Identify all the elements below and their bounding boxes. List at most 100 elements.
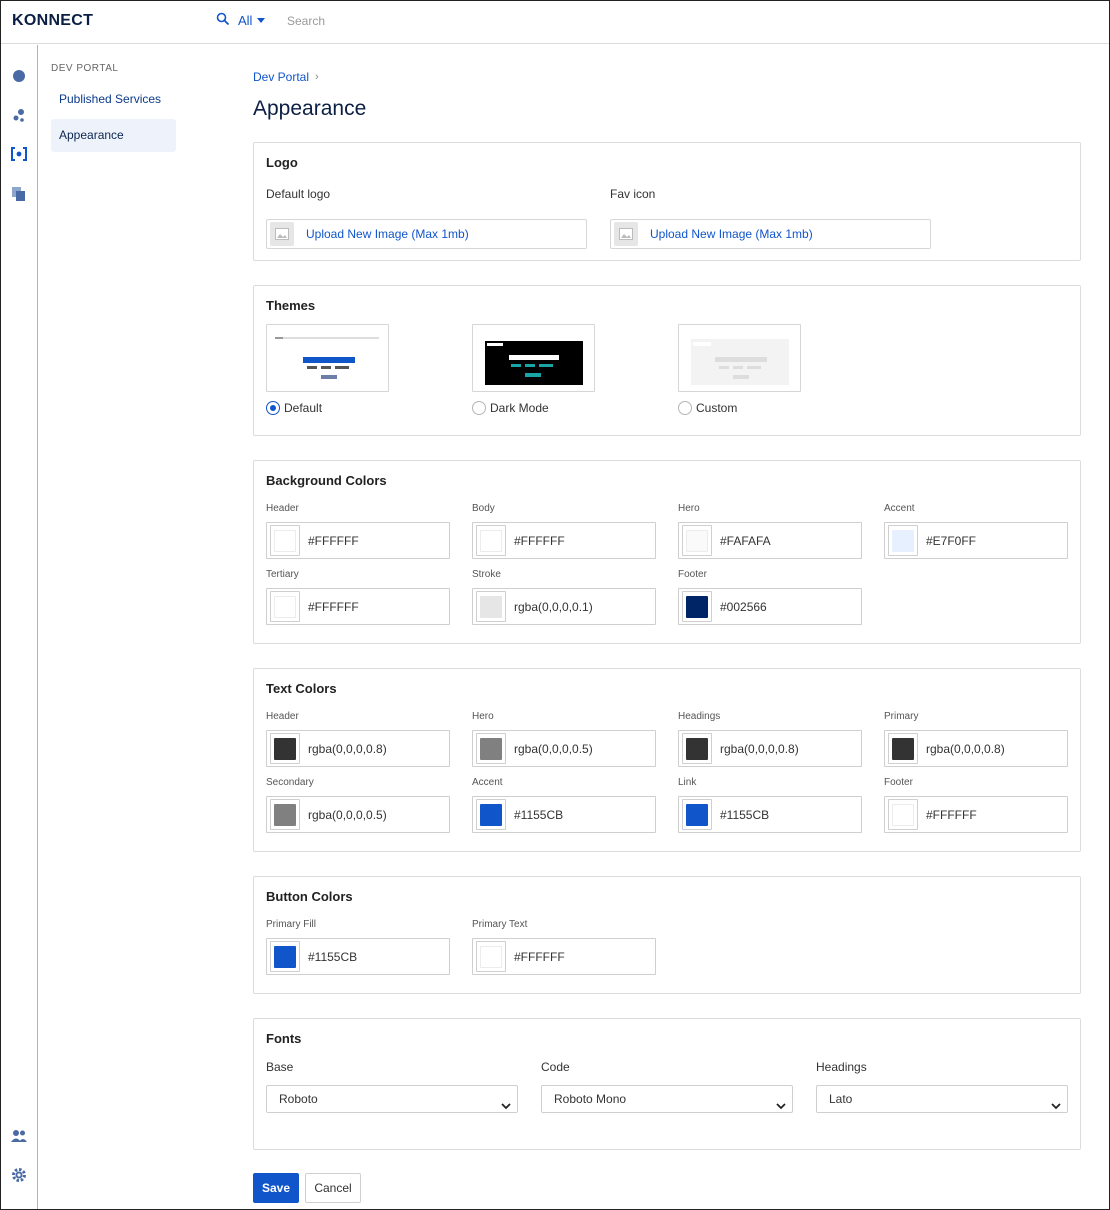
color-value: #FFFFFF xyxy=(308,599,359,614)
font-headings-select[interactable]: Lato xyxy=(816,1085,1068,1113)
text-colors-headings-input[interactable]: rgba(0,0,0,0.8) xyxy=(678,730,862,767)
text-colors-header-input[interactable]: rgba(0,0,0,0.8) xyxy=(266,730,450,767)
background-colors-header-input[interactable]: #FFFFFF xyxy=(266,522,450,559)
background-colors-hero-input[interactable]: #FAFAFA xyxy=(678,522,862,559)
color-picker-swatch[interactable] xyxy=(476,733,506,764)
background-colors-tertiary-label: Tertiary xyxy=(266,569,299,580)
theme-option-custom[interactable]: Custom xyxy=(678,401,737,415)
konnect-logo[interactable]: KONNECT xyxy=(12,12,93,30)
breadcrumb-dev-portal[interactable]: Dev Portal xyxy=(253,70,309,84)
font-base-value: Roboto xyxy=(279,1092,318,1106)
color-picker-swatch[interactable] xyxy=(888,525,918,556)
background-colors-hero-label: Hero xyxy=(678,503,700,514)
text-colors-secondary-input[interactable]: rgba(0,0,0,0.5) xyxy=(266,796,450,833)
color-swatch xyxy=(274,737,296,760)
color-swatch xyxy=(686,595,708,618)
color-picker-swatch[interactable] xyxy=(270,733,300,764)
color-picker-swatch[interactable] xyxy=(888,733,918,764)
font-base-select[interactable]: Roboto xyxy=(266,1085,518,1113)
color-picker-swatch[interactable] xyxy=(888,799,918,830)
color-swatch xyxy=(892,737,914,760)
dashboard-icon[interactable] xyxy=(10,67,28,85)
theme-option-dark-mode[interactable]: Dark Mode xyxy=(472,401,549,415)
search-filter-value: All xyxy=(238,13,253,28)
button-colors-primary-fill-input[interactable]: #1155CB xyxy=(266,938,450,975)
color-picker-swatch[interactable] xyxy=(682,799,712,830)
button-colors-title: Button Colors xyxy=(266,889,353,904)
color-swatch xyxy=(480,529,502,552)
theme-option-label: Custom xyxy=(696,401,738,415)
chevron-down-icon xyxy=(1051,1094,1061,1120)
color-picker-swatch[interactable] xyxy=(682,733,712,764)
color-swatch xyxy=(892,803,914,826)
copy-icon[interactable] xyxy=(10,185,28,203)
color-picker-swatch[interactable] xyxy=(476,525,506,556)
save-button[interactable]: Save xyxy=(253,1173,299,1203)
color-value: rgba(0,0,0,0.8) xyxy=(720,741,799,756)
background-colors-footer-label: Footer xyxy=(678,569,707,580)
sidebar-heading: DEV PORTAL xyxy=(51,63,119,74)
fonts-title: Fonts xyxy=(266,1031,302,1046)
search-icon[interactable] xyxy=(216,12,230,31)
theme-thumbnail-default[interactable] xyxy=(266,324,389,392)
color-picker-swatch[interactable] xyxy=(476,799,506,830)
sidebar-item-appearance[interactable]: Appearance xyxy=(51,119,176,152)
text-colors-link-input[interactable]: #1155CB xyxy=(678,796,862,833)
font-code-select[interactable]: Roboto Mono xyxy=(541,1085,793,1113)
fav-icon-upload-text: Upload New Image (Max 1mb) xyxy=(650,227,813,241)
fav-icon-upload[interactable]: Upload New Image (Max 1mb) xyxy=(610,219,931,249)
image-placeholder-icon xyxy=(614,222,638,246)
button-colors-card: Button Colors Primary Fill #1155CB Primary… xyxy=(253,876,1081,994)
color-swatch xyxy=(480,945,502,968)
color-picker-swatch[interactable] xyxy=(270,591,300,622)
default-logo-upload[interactable]: Upload New Image (Max 1mb) xyxy=(266,219,587,249)
logo-card: Logo Default logo Fav icon Upload New Im… xyxy=(253,142,1081,261)
color-picker-swatch[interactable] xyxy=(270,525,300,556)
radio-custom[interactable] xyxy=(678,401,692,415)
search-input[interactable] xyxy=(280,11,580,31)
theme-option-default[interactable]: Default xyxy=(266,401,322,415)
text-colors-primary-input[interactable]: rgba(0,0,0,0.8) xyxy=(884,730,1068,767)
chevron-down-icon xyxy=(501,1094,511,1120)
background-colors-tertiary-input[interactable]: #FFFFFF xyxy=(266,588,450,625)
radio-default[interactable] xyxy=(266,401,280,415)
text-colors-footer-input[interactable]: #FFFFFF xyxy=(884,796,1068,833)
sidebar-item-published-services[interactable]: Published Services xyxy=(51,83,176,116)
default-logo-upload-text: Upload New Image (Max 1mb) xyxy=(306,227,469,241)
services-icon[interactable] xyxy=(10,107,28,125)
color-picker-swatch[interactable] xyxy=(476,941,506,972)
color-swatch xyxy=(686,803,708,826)
text-colors-secondary-label: Secondary xyxy=(266,777,314,788)
background-colors-footer-input[interactable]: #002566 xyxy=(678,588,862,625)
text-colors-hero-input[interactable]: rgba(0,0,0,0.5) xyxy=(472,730,656,767)
theme-thumbnail-custom[interactable] xyxy=(678,324,801,392)
color-value: #FAFAFA xyxy=(720,533,771,548)
background-colors-stroke-input[interactable]: rgba(0,0,0,0.1) xyxy=(472,588,656,625)
dev-portal-icon[interactable] xyxy=(10,145,28,163)
button-colors-primary-fill-label: Primary Fill xyxy=(266,919,316,930)
color-swatch xyxy=(686,737,708,760)
text-colors-accent-input[interactable]: #1155CB xyxy=(472,796,656,833)
text-colors-hero-label: Hero xyxy=(472,711,494,722)
color-picker-swatch[interactable] xyxy=(270,941,300,972)
cancel-button[interactable]: Cancel xyxy=(305,1173,361,1203)
top-bar: KONNECT All xyxy=(0,0,1110,44)
search-filter-dropdown[interactable]: All xyxy=(238,13,266,28)
background-colors-body-input[interactable]: #FFFFFF xyxy=(472,522,656,559)
color-picker-swatch[interactable] xyxy=(682,591,712,622)
color-picker-swatch[interactable] xyxy=(476,591,506,622)
font-base-label: Base xyxy=(266,1060,294,1074)
theme-option-label: Default xyxy=(284,401,323,415)
background-colors-accent-input[interactable]: #E7F0FF xyxy=(884,522,1068,559)
color-picker-swatch[interactable] xyxy=(682,525,712,556)
gear-icon[interactable] xyxy=(10,1166,28,1184)
color-swatch xyxy=(480,595,502,618)
theme-thumbnail-dark-mode[interactable] xyxy=(472,324,595,392)
radio-dark-mode[interactable] xyxy=(472,401,486,415)
background-colors-title: Background Colors xyxy=(266,473,387,488)
button-colors-primary-text-input[interactable]: #FFFFFF xyxy=(472,938,656,975)
people-icon[interactable] xyxy=(10,1127,28,1145)
color-value: #1155CB xyxy=(514,807,564,822)
color-picker-swatch[interactable] xyxy=(270,799,300,830)
color-swatch xyxy=(480,737,502,760)
